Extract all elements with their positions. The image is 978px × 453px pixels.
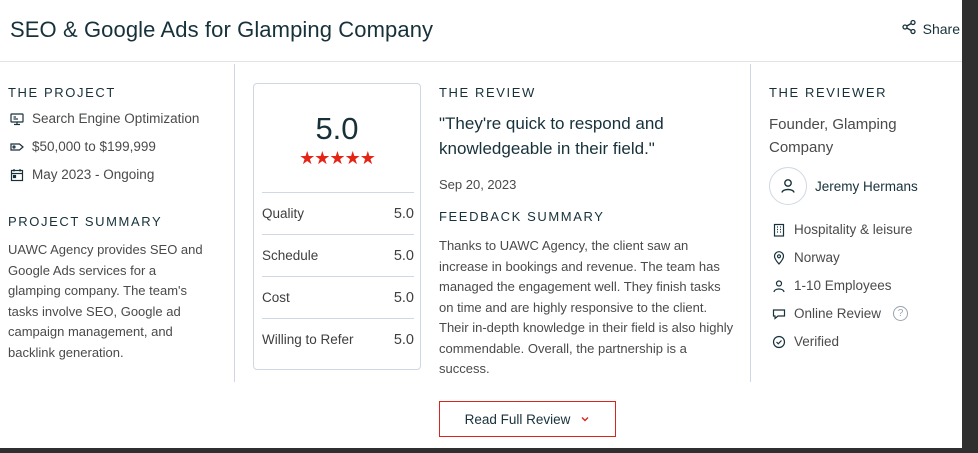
score-row-quality: Quality 5.0 — [262, 192, 414, 234]
reviewer-employees-text: 1-10 Employees — [794, 278, 892, 293]
reviewer-role: Founder, Glamping Company — [769, 116, 897, 156]
share-icon — [901, 19, 917, 38]
reviewer-review-type-text: Online Review — [794, 306, 882, 321]
person-icon — [772, 279, 786, 293]
score-label: Cost — [262, 290, 290, 305]
reviewer-review-type: Online Review ? — [772, 306, 909, 321]
score-row-schedule: Schedule 5.0 — [262, 234, 414, 276]
read-full-review-label: Read Full Review — [464, 411, 571, 427]
rating-box: 5.0 ★★★★★ Quality 5.0 Schedule 5.0 Cost … — [253, 83, 421, 370]
reviewer-location: Norway — [772, 250, 840, 265]
reviewer-location-text: Norway — [794, 250, 840, 265]
score-row-willing-to-refer: Willing to Refer 5.0 — [262, 318, 414, 360]
review-quote: "They're quick to respond and knowledgea… — [439, 114, 664, 158]
review-header: SEO & Google Ads for Glamping Company Sh… — [0, 0, 962, 62]
score-value: 5.0 — [393, 205, 414, 222]
reviewer-name: Jeremy Hermans — [815, 178, 918, 194]
reviewer-section-label: THE REVIEWER — [769, 85, 888, 100]
score-label: Willing to Refer — [262, 332, 354, 347]
score-value: 5.0 — [393, 289, 414, 306]
project-summary-label: PROJECT SUMMARY — [8, 214, 163, 229]
review-section-label: THE REVIEW — [439, 85, 536, 100]
review-date: Sep 20, 2023 — [439, 177, 517, 192]
calendar-icon — [10, 168, 24, 182]
building-icon — [772, 223, 786, 237]
project-budget-text: $50,000 to $199,999 — [32, 139, 156, 154]
score-row-cost: Cost 5.0 — [262, 276, 414, 318]
location-pin-icon — [772, 250, 786, 265]
monitor-icon — [10, 112, 24, 126]
chevron-down-icon — [580, 412, 590, 427]
reviewer-identity: Jeremy Hermans — [769, 167, 918, 205]
help-icon[interactable]: ? — [893, 306, 909, 321]
window-frame-bottom — [0, 448, 978, 453]
project-service-text: Search Engine Optimization — [32, 111, 200, 126]
review-title: SEO & Google Ads for Glamping Company — [10, 17, 434, 42]
project-dates-text: May 2023 - Ongoing — [32, 167, 155, 182]
reviewer-industry: Hospitality & leisure — [772, 222, 913, 237]
read-full-review-button[interactable]: Read Full Review — [439, 401, 616, 437]
reviewer-employees: 1-10 Employees — [772, 278, 892, 293]
star-rating: ★★★★★ — [299, 148, 376, 168]
project-section-label: THE PROJECT — [8, 85, 116, 100]
project-dates: May 2023 - Ongoing — [10, 167, 154, 182]
score-label: Schedule — [262, 248, 319, 263]
column-divider — [750, 64, 751, 382]
review-card: SEO & Google Ads for Glamping Company Sh… — [0, 0, 962, 448]
project-summary-text: UAWC Agency provides SEO and Google Ads … — [8, 242, 203, 360]
reviewer-verified-text: Verified — [794, 334, 840, 349]
project-budget: $50,000 to $199,999 — [10, 139, 156, 154]
avatar — [769, 167, 807, 205]
check-circle-icon — [772, 335, 786, 349]
reviewer-industry-text: Hospitality & leisure — [794, 222, 913, 237]
share-label: Share — [922, 20, 960, 37]
window-frame-right — [962, 0, 978, 453]
feedback-summary-label: FEEDBACK SUMMARY — [439, 209, 605, 224]
feedback-summary-text: Thanks to UAWC Agency, the client saw an… — [439, 238, 734, 376]
user-icon — [781, 179, 795, 193]
share-button[interactable]: Share — [901, 19, 960, 38]
price-tag-icon — [10, 140, 24, 154]
score-value: 5.0 — [393, 331, 414, 348]
reviewer-verified: Verified — [772, 334, 839, 349]
score-label: Quality — [262, 206, 305, 221]
chat-bubble-icon — [772, 307, 786, 321]
score-value: 5.0 — [393, 247, 414, 264]
column-divider — [234, 64, 235, 382]
project-service: Search Engine Optimization — [10, 111, 199, 126]
overall-score: 5.0 — [315, 111, 359, 146]
